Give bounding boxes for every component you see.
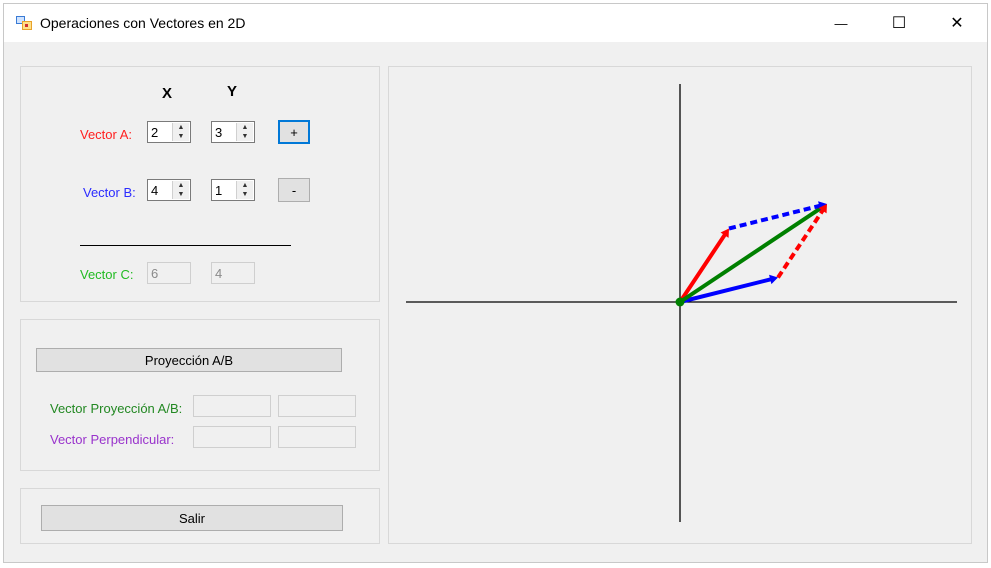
app-icon [16, 16, 32, 30]
perpendicular-label: Vector Perpendicular: [50, 432, 175, 447]
spin-down-icon[interactable]: ▼ [173, 132, 189, 141]
vector-a-y-input[interactable]: 3 ▲ ▼ [211, 121, 255, 143]
plot-panel [388, 66, 972, 544]
origin-dot [675, 297, 685, 307]
vector-b-x-input[interactable]: 4 ▲ ▼ [147, 179, 191, 201]
maximize-icon: ☐ [891, 15, 907, 32]
spin-down-icon[interactable]: ▼ [237, 132, 253, 141]
vector-a-x-input[interactable]: 2 ▲ ▼ [147, 121, 191, 143]
spin-down-icon[interactable]: ▼ [237, 190, 253, 199]
result-divider [80, 245, 291, 246]
header-y: Y [227, 83, 238, 100]
spin-up-icon[interactable]: ▲ [173, 123, 189, 132]
vector-c-x-field: 6 [147, 262, 191, 284]
spin-up-icon[interactable]: ▲ [237, 181, 253, 190]
spin-up-icon[interactable]: ▲ [237, 123, 253, 132]
projection-label: Vector Proyección A/B: [50, 401, 183, 416]
spin-up-icon[interactable]: ▲ [173, 181, 189, 190]
spinner-arrows[interactable]: ▲ ▼ [236, 181, 253, 199]
vector-input-group: X Y Vector A: 2 ▲ ▼ 3 ▲ ▼ + Vector B: 4 … [20, 66, 380, 302]
title-bar: Operaciones con Vectores en 2D — ☐ ✕ [4, 4, 987, 42]
minimize-button[interactable]: — [812, 4, 870, 42]
spinner-arrows[interactable]: ▲ ▼ [172, 123, 189, 141]
perpendicular-x-field [193, 426, 271, 448]
subtract-button[interactable]: - [278, 178, 310, 202]
vector-b-y-value: 1 [215, 183, 223, 198]
projection-button[interactable]: Proyección A/B [36, 348, 342, 372]
exit-button[interactable]: Salir [41, 505, 343, 531]
vector-b-label: Vector B: [83, 185, 136, 200]
vector-b-x-value: 4 [151, 183, 159, 198]
exit-group: Salir [20, 488, 380, 544]
vector-a-y-value: 3 [215, 125, 223, 140]
perpendicular-y-field [278, 426, 356, 448]
projection-y-field [278, 395, 356, 417]
spin-down-icon[interactable]: ▼ [173, 190, 189, 199]
close-icon: ✕ [950, 15, 964, 32]
spinner-arrows[interactable]: ▲ ▼ [236, 123, 253, 141]
header-x: X [162, 85, 173, 102]
window-title: Operaciones con Vectores en 2D [40, 15, 246, 31]
minimize-icon: — [834, 15, 848, 31]
maximize-button[interactable]: ☐ [870, 4, 928, 42]
vector-c-y-field: 4 [211, 262, 255, 284]
vector-a-x-value: 2 [151, 125, 159, 140]
add-button[interactable]: + [278, 120, 310, 144]
projection-group: Proyección A/B Vector Proyección A/B: Ve… [20, 319, 380, 471]
vector-a-label: Vector A: [80, 127, 133, 142]
close-button[interactable]: ✕ [928, 4, 986, 42]
projection-x-field [193, 395, 271, 417]
vector-c-label: Vector C: [80, 267, 134, 282]
vector-plot [406, 84, 957, 522]
vector-b-y-input[interactable]: 1 ▲ ▼ [211, 179, 255, 201]
vector-layer [675, 201, 827, 307]
spinner-arrows[interactable]: ▲ ▼ [172, 181, 189, 199]
main-window: Operaciones con Vectores en 2D — ☐ ✕ X Y… [3, 3, 988, 563]
